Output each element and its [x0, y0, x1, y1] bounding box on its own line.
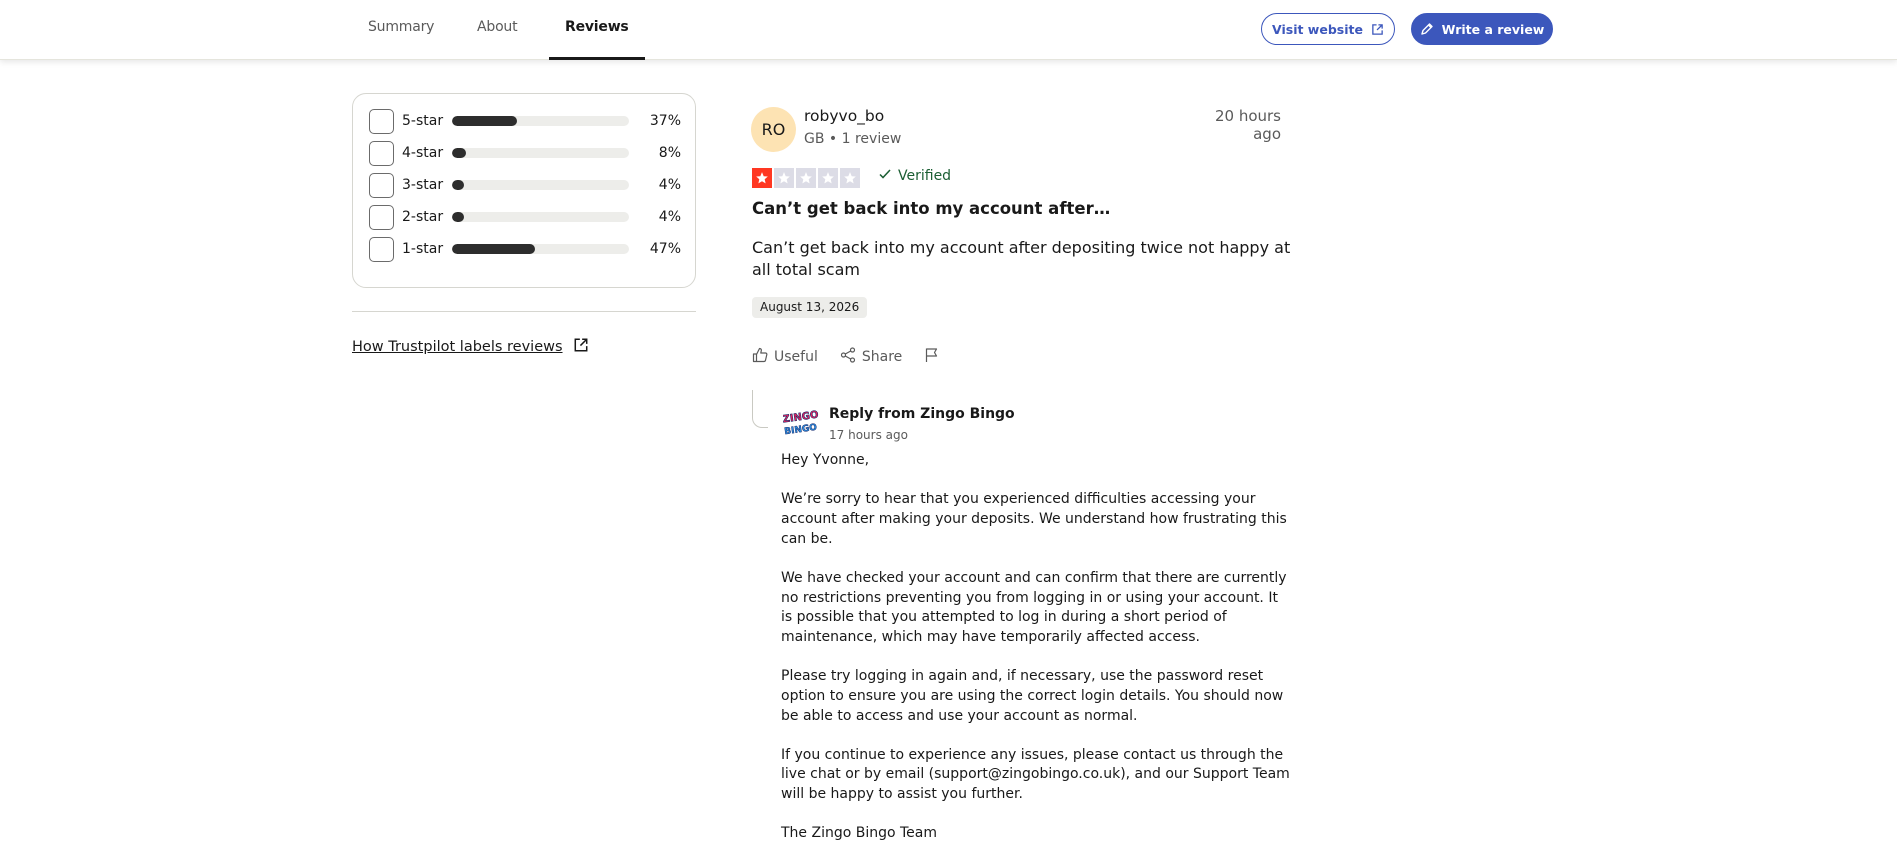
review-author[interactable]: robyvo_bo: [804, 107, 884, 125]
filter-label: 5-star: [402, 113, 444, 129]
filter-row-4-star[interactable]: 4-star 8%: [369, 140, 681, 166]
how-trustpilot-labels-link[interactable]: How Trustpilot labels reviews: [352, 337, 589, 357]
svg-text:BINGO: BINGO: [784, 423, 818, 438]
reply-body: Hey Yvonne, We’re sorry to hear that you…: [781, 451, 1291, 863]
filter-bar-track: [452, 244, 629, 254]
reply-from: Reply from Zingo Bingo: [829, 406, 1015, 422]
filter-label: 3-star: [402, 177, 444, 193]
share-button[interactable]: Share: [840, 347, 902, 367]
review-title[interactable]: Can’t get back into my account after…: [752, 199, 1110, 218]
review-time: 20 hours ago: [1214, 107, 1281, 143]
share-icon: [840, 347, 856, 367]
external-link-icon: [573, 337, 589, 357]
reply-paragraph: Please try logging in again and, if nece…: [781, 668, 1284, 724]
external-link-icon: [1371, 23, 1384, 36]
visit-website-button[interactable]: Visit website: [1261, 13, 1395, 45]
checkmark-icon: [878, 167, 892, 185]
filter-bar-fill: [452, 116, 518, 126]
filter-bar-fill: [452, 244, 536, 254]
filter-checkbox[interactable]: [369, 108, 394, 134]
filter-row-5-star[interactable]: 5-star 37%: [369, 108, 681, 134]
flag-icon: [924, 347, 940, 367]
reply-connector-line: [752, 390, 768, 428]
filter-row-3-star[interactable]: 3-star 4%: [369, 172, 681, 198]
reply-paragraph: The Zingo Bingo Team: [781, 825, 938, 842]
star-icon: [752, 168, 772, 188]
filter-percent: 4%: [658, 209, 681, 225]
reply-paragraph: Hey Yvonne,: [781, 452, 870, 468]
filter-row-1-star[interactable]: 1-star 47%: [369, 236, 681, 262]
filter-bar-fill: [452, 212, 465, 222]
verified-badge[interactable]: Verified: [878, 167, 951, 185]
filter-bar-track: [452, 116, 629, 126]
sidebar-divider: [352, 311, 696, 312]
star-icon: [818, 168, 838, 188]
write-review-button[interactable]: Write a review: [1411, 13, 1553, 45]
tab-summary[interactable]: Summary: [368, 0, 434, 60]
zingo-bingo-logo: ZINGO BINGO: [782, 408, 820, 438]
filter-row-2-star[interactable]: 2-star 4%: [369, 204, 681, 230]
pencil-icon: [1420, 22, 1434, 36]
filter-bar-fill: [452, 148, 467, 158]
star-rating: [752, 168, 860, 188]
filter-checkbox[interactable]: [369, 204, 394, 230]
filter-bar-fill: [452, 180, 465, 190]
reply-paragraph: We have checked your account and can con…: [781, 569, 1287, 645]
filter-bar-track: [452, 148, 629, 158]
labels-link-text: How Trustpilot labels reviews: [352, 339, 563, 355]
star-icon: [796, 168, 816, 188]
avatar: RO: [751, 107, 796, 152]
thumbs-up-icon: [752, 347, 768, 367]
review-actions: Useful Share: [752, 347, 940, 367]
star-icon: [840, 168, 860, 188]
star-icon: [774, 168, 794, 188]
reply-paragraph: If you continue to experience any issues…: [781, 746, 1290, 803]
filter-percent: 47%: [649, 241, 681, 257]
filter-percent: 8%: [658, 145, 681, 161]
filter-bar-track: [452, 212, 629, 222]
reply-paragraph: We’re sorry to hear that you experienced…: [781, 491, 1287, 547]
filter-bar-track: [452, 180, 629, 190]
reply-time: 17 hours ago: [829, 428, 908, 442]
filter-checkbox[interactable]: [369, 140, 394, 166]
filter-checkbox[interactable]: [369, 172, 394, 198]
star-filter-card: 5-star 37% 4-star 8% 3-star 4% 2-star 4%…: [352, 93, 696, 288]
useful-label: Useful: [774, 349, 818, 365]
useful-button[interactable]: Useful: [752, 347, 818, 367]
filter-label: 2-star: [402, 209, 444, 225]
visit-website-label: Visit website: [1272, 21, 1363, 37]
tab-about[interactable]: About: [477, 0, 518, 60]
filter-percent: 4%: [658, 177, 681, 193]
verified-label: Verified: [898, 168, 952, 184]
write-review-label: Write a review: [1441, 21, 1545, 37]
top-nav: Summary About Reviews Visit website Writ…: [0, 0, 1897, 60]
filter-percent: 37%: [649, 113, 681, 129]
tab-reviews[interactable]: Reviews: [549, 0, 645, 60]
filter-label: 1-star: [402, 241, 444, 257]
filter-checkbox[interactable]: [369, 236, 394, 262]
review-author-meta: GB • 1 review: [804, 131, 902, 147]
share-label: Share: [861, 349, 903, 365]
report-flag-button[interactable]: [924, 347, 940, 367]
filter-label: 4-star: [402, 145, 444, 161]
review-body: Can’t get back into my account after dep…: [752, 238, 1291, 279]
review-date-badge: August 13, 2026: [752, 297, 868, 318]
